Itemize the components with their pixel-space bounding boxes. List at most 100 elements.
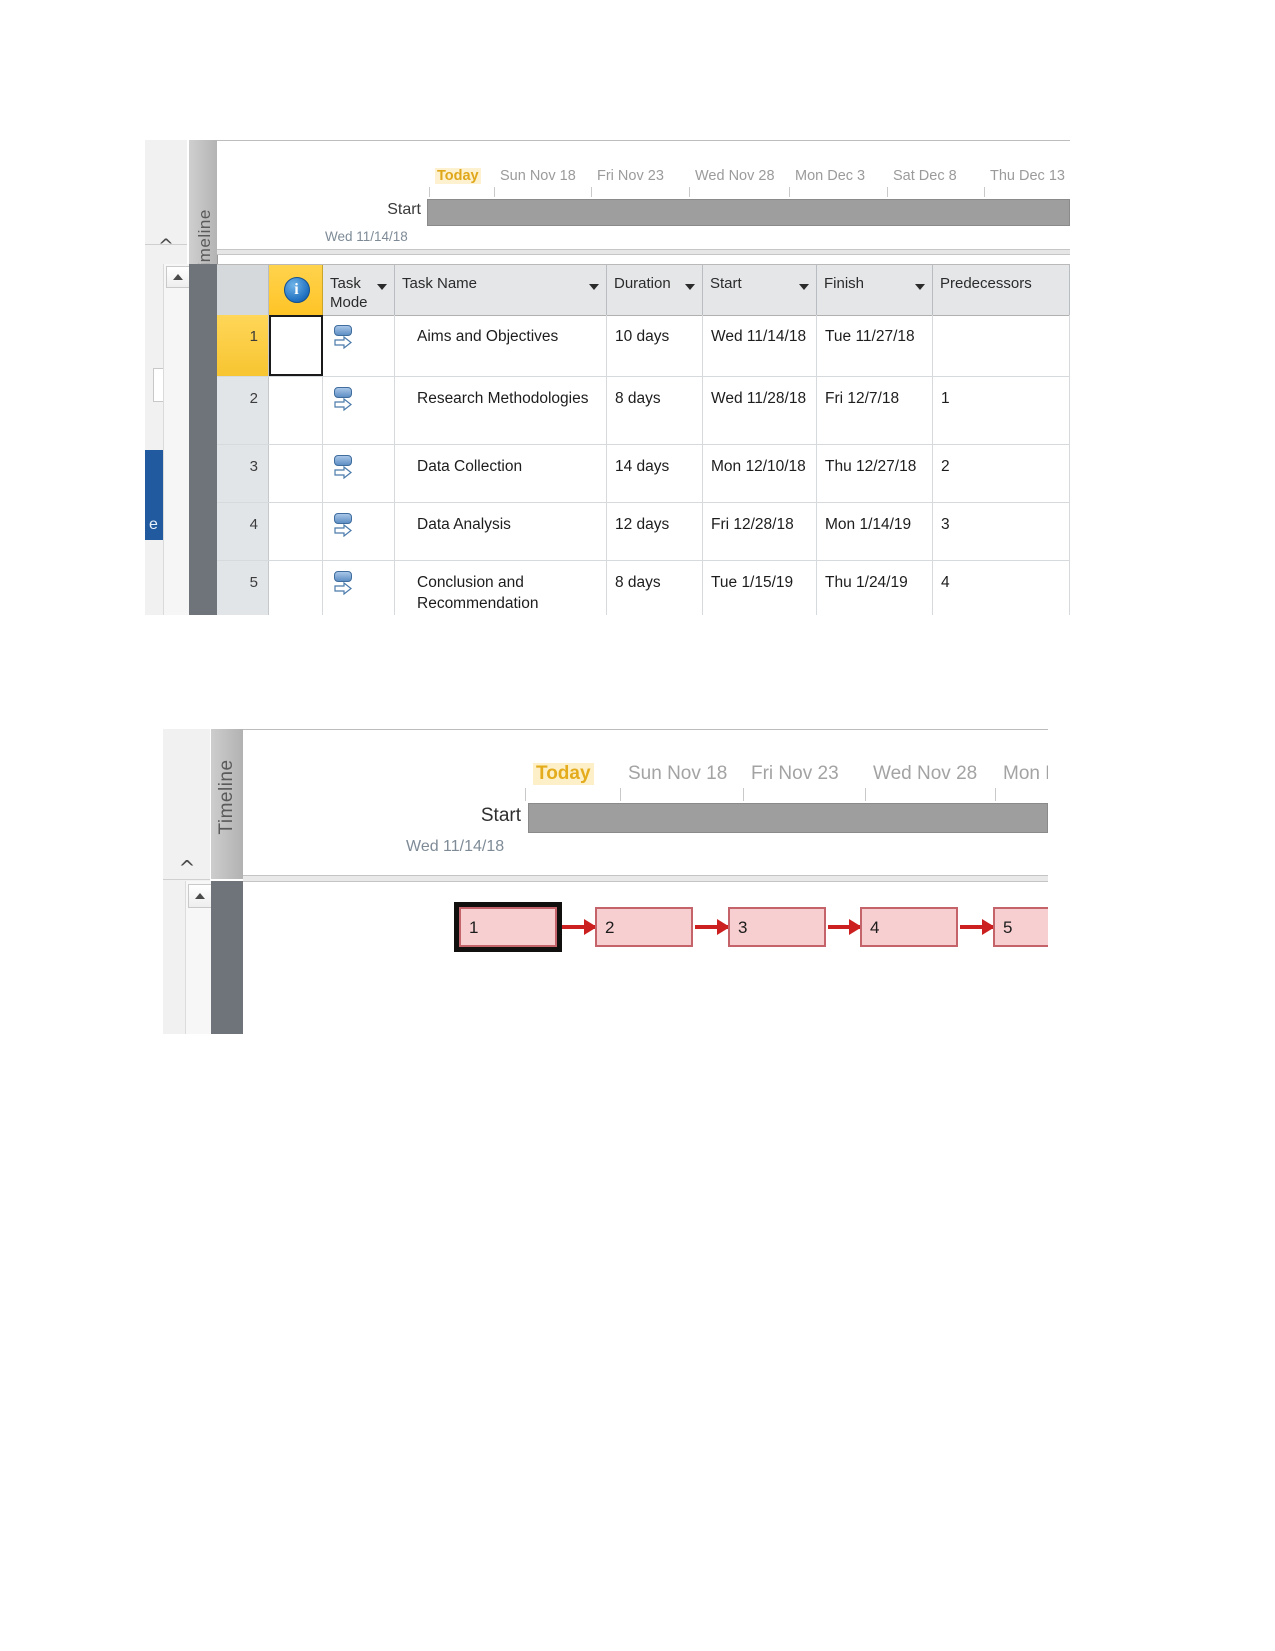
cell-value-task_name: Research Methodologies [417, 390, 589, 407]
cell-task_mode[interactable] [323, 503, 395, 560]
cell-task_name[interactable]: Conclusion and Recommendation [395, 561, 607, 615]
dependency-link-arrow[interactable] [828, 919, 862, 935]
cell-task_name[interactable]: Data Analysis [395, 503, 607, 560]
cell-indicators[interactable] [269, 503, 323, 560]
cell-predecessors[interactable]: 4 [933, 561, 1070, 615]
scroll-up-button-2[interactable] [188, 884, 212, 908]
cell-task_mode[interactable] [323, 445, 395, 502]
cell-predecessors[interactable]: 2 [933, 445, 1070, 502]
manually-scheduled-icon[interactable] [332, 387, 354, 413]
table-row[interactable]: 4 Data Analysis 12 days Fri 12/28/18 Mon 1/1… [217, 503, 1070, 561]
cell-id[interactable]: 3 [217, 445, 269, 502]
timeline-pane[interactable]: Today Sun Nov 18 Fri Nov 23 Wed Nov 28 Mon D… [217, 140, 1070, 255]
cell-task_mode[interactable] [323, 315, 395, 376]
timeline-start-date: Wed 11/14/18 [325, 229, 408, 244]
network-diagram-canvas[interactable]: 1 2 3 4 5 [243, 882, 1048, 1034]
cell-value-predecessors: 1 [941, 390, 950, 407]
cell-task_name[interactable]: Research Methodologies [395, 377, 607, 444]
column-filter-caret-icon[interactable] [377, 284, 387, 290]
dependency-link-arrow[interactable] [561, 919, 597, 935]
cell-task_mode[interactable] [323, 377, 395, 444]
column-header-id[interactable] [217, 265, 269, 315]
project-gantt-entry-screenshot: ^ ✕ e Timeline TodaySun Nov 18Fri Nov 23… [145, 140, 1070, 615]
vertical-scrollbar-2[interactable] [185, 881, 212, 1034]
timeline-span-bar[interactable] [427, 199, 1070, 226]
manually-scheduled-icon[interactable] [332, 513, 354, 539]
column-header-task_name[interactable]: Task Name [395, 265, 607, 315]
cell-value-task_name: Conclusion and Recommendation [417, 574, 539, 612]
timeline-pane-2[interactable]: Today Sun Nov 18 Fri Nov 23 Wed Nov 28 Mon D… [243, 729, 1048, 877]
cell-task_name[interactable]: Aims and Objectives [395, 315, 607, 376]
timeline-tick-label: Sat Dec 8 [893, 168, 957, 184]
cell-duration[interactable]: 10 days [607, 315, 703, 376]
table-row[interactable]: 2 Research Methodologies 8 days Wed 11/28/1… [217, 377, 1070, 445]
cell-finish[interactable]: Mon 1/14/19 [817, 503, 933, 560]
cell-finish[interactable]: Thu 1/24/19 [817, 561, 933, 615]
network-task-node-label: 4 [870, 918, 880, 937]
column-filter-caret-icon[interactable] [589, 284, 599, 290]
manually-scheduled-icon[interactable] [332, 455, 354, 481]
cell-start[interactable]: Tue 1/15/19 [703, 561, 817, 615]
cell-indicators[interactable] [269, 561, 323, 615]
collapse-chevron-icon-2[interactable]: ^ [173, 857, 201, 879]
cell-task_mode[interactable] [323, 561, 395, 615]
cell-indicators[interactable] [269, 445, 323, 502]
cell-start[interactable]: Wed 11/28/18 [703, 377, 817, 444]
timeline-span-bar-2[interactable] [528, 803, 1048, 833]
manually-scheduled-icon[interactable] [332, 325, 354, 351]
scroll-up-button[interactable] [166, 266, 190, 288]
cell-duration[interactable]: 8 days [607, 561, 703, 615]
cell-indicators[interactable] [269, 315, 323, 376]
entry-table[interactable]: i Task Mode Task Name Duration Start Finish Pr… [217, 264, 1070, 615]
cell-predecessors[interactable]: 3 [933, 503, 1070, 560]
cell-id[interactable]: 2 [217, 377, 269, 444]
table-row[interactable]: 3 Data Collection 14 days Mon 12/10/18 Thu 1… [217, 445, 1070, 503]
column-filter-caret-icon[interactable] [799, 284, 809, 290]
cell-predecessors[interactable]: 1 [933, 377, 1070, 444]
cell-indicators[interactable] [269, 377, 323, 444]
cell-start[interactable]: Fri 12/28/18 [703, 503, 817, 560]
manually-scheduled-icon[interactable] [332, 571, 354, 597]
cell-finish[interactable]: Tue 11/27/18 [817, 315, 933, 376]
dependency-link-arrow[interactable] [695, 919, 730, 935]
cell-finish[interactable]: Fri 12/7/18 [817, 377, 933, 444]
cell-duration[interactable]: 12 days [607, 503, 703, 560]
dependency-link-arrow[interactable] [960, 919, 995, 935]
cell-start[interactable]: Wed 11/14/18 [703, 315, 817, 376]
network-task-node[interactable]: 2 [595, 907, 693, 947]
collapse-chevron-icon[interactable]: ^ [153, 235, 179, 257]
column-header-indicators[interactable]: i [269, 265, 323, 315]
cell-value-predecessors: 2 [941, 458, 950, 475]
cell-finish[interactable]: Thu 12/27/18 [817, 445, 933, 502]
cell-id[interactable]: 5 [217, 561, 269, 615]
cell-id[interactable]: 1 [217, 315, 269, 376]
column-header-start[interactable]: Start [703, 265, 817, 315]
cell-id[interactable]: 4 [217, 503, 269, 560]
timeline-splitter[interactable] [217, 249, 1070, 255]
timeline-splitter-2[interactable] [243, 875, 1048, 882]
column-header-finish[interactable]: Finish [817, 265, 933, 315]
cell-predecessors[interactable] [933, 315, 1070, 376]
cell-value-task_name: Data Collection [417, 458, 523, 475]
timeline-tick-mark [984, 187, 985, 197]
cell-duration[interactable]: 8 days [607, 377, 703, 444]
network-task-node[interactable]: 4 [860, 907, 958, 947]
column-header-duration[interactable]: Duration [607, 265, 703, 315]
table-row[interactable]: 5 Conclusion and Recommendation 8 days Tue … [217, 561, 1070, 615]
column-filter-caret-icon[interactable] [685, 284, 695, 290]
column-header-task_mode[interactable]: Task Mode [323, 265, 395, 315]
table-row[interactable]: 1 Aims and Objectives 10 days Wed 11/14/18 T… [217, 315, 1070, 377]
vertical-scrollbar[interactable] [163, 264, 190, 615]
timeline-ruler-2: Today Sun Nov 18 Fri Nov 23 Wed Nov 28 Mon D… [243, 730, 1048, 802]
cell-duration[interactable]: 14 days [607, 445, 703, 502]
timeline-ruler: Today Sun Nov 18 Fri Nov 23 Wed Nov 28 Mon D… [217, 141, 1070, 197]
network-task-node[interactable]: 5 [993, 907, 1048, 947]
column-header-predecessors[interactable]: Predecessors [933, 265, 1070, 315]
timeline-tick-mark [591, 187, 592, 197]
network-task-node[interactable]: 3 [728, 907, 826, 947]
cell-task_name[interactable]: Data Collection [395, 445, 607, 502]
timeline-side-tab-2[interactable]: Timeline [211, 729, 244, 879]
network-task-node[interactable]: 1 [454, 902, 562, 952]
cell-start[interactable]: Mon 12/10/18 [703, 445, 817, 502]
column-filter-caret-icon[interactable] [915, 284, 925, 290]
